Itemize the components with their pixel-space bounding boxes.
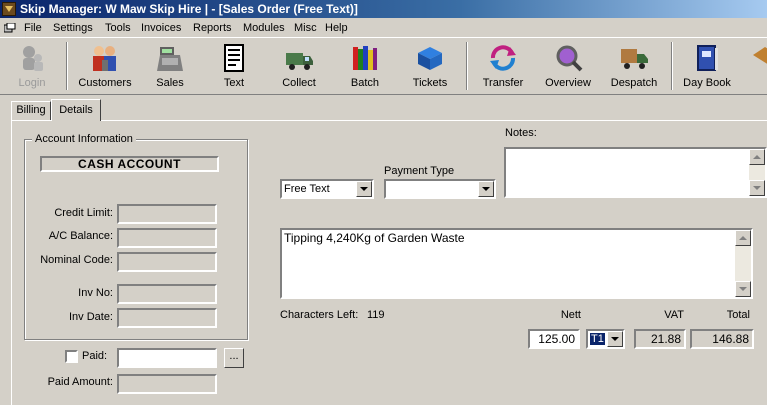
tickets-label: Tickets bbox=[412, 77, 448, 89]
collect-button[interactable]: Collect bbox=[275, 40, 323, 94]
title-bar: Skip Manager: W Maw Skip Hire | - [Sales… bbox=[0, 0, 767, 18]
vat-code-select[interactable]: T1 bbox=[586, 329, 625, 349]
paid-amount-label: Paid Amount: bbox=[47, 376, 113, 388]
customers-label: Customers bbox=[78, 77, 132, 89]
payment-type-label: Payment Type bbox=[384, 165, 455, 177]
toolbar-separator bbox=[66, 42, 68, 90]
overview-label: Overview bbox=[545, 77, 591, 89]
transfer-label: Transfer bbox=[482, 77, 524, 89]
paid-browse-button[interactable]: ... bbox=[224, 348, 244, 368]
collect-label: Collect bbox=[282, 77, 316, 89]
description-text: Tipping 4,240Kg of Garden Waste bbox=[284, 231, 465, 245]
cash-register-icon bbox=[157, 47, 183, 71]
description-scrollbar[interactable] bbox=[735, 230, 751, 297]
customers-icon bbox=[93, 46, 116, 71]
inv-no-label: Inv No: bbox=[78, 287, 113, 299]
inv-date-label: Inv Date: bbox=[68, 311, 113, 323]
menu-tools[interactable]: Tools bbox=[103, 19, 133, 37]
notes-memo[interactable] bbox=[504, 147, 767, 198]
text-type-value: Free Text bbox=[284, 183, 330, 195]
notes-scrollbar[interactable] bbox=[749, 149, 765, 196]
transfer-arrows-icon bbox=[490, 45, 516, 71]
main-toolbar: Login Customers Sales Text Collect Batch… bbox=[0, 37, 767, 95]
day-book-button[interactable]: Day Book bbox=[680, 40, 734, 94]
transfer-button[interactable]: Transfer bbox=[478, 40, 528, 94]
delivery-truck-icon bbox=[621, 49, 648, 69]
menu-modules[interactable]: Modules bbox=[241, 19, 287, 37]
books-icon bbox=[353, 46, 377, 70]
sales-button[interactable]: Sales bbox=[146, 40, 194, 94]
payment-type-select[interactable] bbox=[384, 179, 496, 199]
menu-invoices[interactable]: Invoices bbox=[139, 19, 183, 37]
chars-left-label: Characters Left: bbox=[280, 309, 359, 321]
menu-help[interactable]: Help bbox=[323, 19, 350, 37]
document-icon bbox=[224, 44, 244, 72]
more-toolbar-button[interactable] bbox=[747, 40, 767, 94]
notes-label: Notes: bbox=[505, 127, 537, 139]
tray-icon bbox=[418, 47, 442, 70]
text-button[interactable]: Text bbox=[210, 40, 258, 94]
nominal-code-field bbox=[117, 252, 217, 272]
vat-code-value: T1 bbox=[590, 333, 605, 345]
chevron-down-icon[interactable] bbox=[356, 181, 372, 197]
toolbar-separator bbox=[671, 42, 673, 90]
login-icon bbox=[23, 46, 43, 71]
account-info-label: Account Information bbox=[32, 133, 136, 145]
overview-button[interactable]: Overview bbox=[540, 40, 596, 94]
total-label: Total bbox=[726, 309, 750, 321]
inv-no-field bbox=[117, 284, 217, 304]
login-label: Login bbox=[18, 77, 46, 89]
text-label: Text bbox=[223, 77, 245, 89]
credit-limit-field bbox=[117, 204, 217, 224]
menu-file[interactable]: File bbox=[22, 19, 44, 37]
menu-reports[interactable]: Reports bbox=[191, 19, 234, 37]
chevron-down-icon[interactable] bbox=[607, 331, 623, 347]
scroll-up-icon[interactable] bbox=[735, 230, 751, 246]
vat-field: 21.88 bbox=[634, 329, 686, 349]
nett-input[interactable]: 125.00 bbox=[528, 329, 580, 349]
scroll-down-icon[interactable] bbox=[735, 281, 751, 297]
batch-label: Batch bbox=[350, 77, 380, 89]
menu-bar: File Settings Tools Invoices Reports Mod… bbox=[0, 19, 767, 37]
scroll-up-icon[interactable] bbox=[749, 149, 765, 165]
menu-settings[interactable]: Settings bbox=[51, 19, 95, 37]
paid-date-input[interactable] bbox=[117, 348, 217, 368]
total-field: 146.88 bbox=[690, 329, 754, 349]
chevron-down-icon[interactable] bbox=[478, 181, 494, 197]
credit-limit-label: Credit Limit: bbox=[54, 207, 113, 219]
login-button[interactable]: Login bbox=[10, 40, 54, 94]
chars-left-value: 119 bbox=[367, 309, 385, 321]
balance-label: A/C Balance: bbox=[48, 230, 113, 242]
despatch-label: Despatch bbox=[610, 77, 658, 89]
truck-icon bbox=[286, 53, 313, 70]
description-memo[interactable]: Tipping 4,240Kg of Garden Waste bbox=[280, 228, 753, 299]
nominal-code-label: Nominal Code: bbox=[40, 254, 113, 266]
scroll-down-icon[interactable] bbox=[749, 180, 765, 196]
toolbar-separator bbox=[466, 42, 468, 90]
nett-label: Nett bbox=[560, 309, 581, 321]
inv-date-field bbox=[117, 308, 217, 328]
tickets-button[interactable]: Tickets bbox=[407, 40, 453, 94]
day-book-icon bbox=[697, 45, 718, 71]
despatch-button[interactable]: Despatch bbox=[606, 40, 662, 94]
account-name: CASH ACCOUNT bbox=[40, 156, 219, 172]
app-icon bbox=[2, 2, 16, 16]
partial-icon bbox=[753, 47, 767, 64]
text-type-select[interactable]: Free Text bbox=[280, 179, 374, 199]
document-control-icon[interactable] bbox=[4, 23, 16, 33]
paid-checkbox[interactable] bbox=[65, 350, 78, 363]
vat-label: VAT bbox=[664, 309, 684, 321]
tab-details[interactable]: Details bbox=[51, 99, 101, 121]
customers-button[interactable]: Customers bbox=[76, 40, 134, 94]
menu-misc[interactable]: Misc bbox=[292, 19, 319, 37]
sales-label: Sales bbox=[156, 77, 184, 89]
window-title: Skip Manager: W Maw Skip Hire | - [Sales… bbox=[20, 2, 358, 16]
balance-field bbox=[117, 228, 217, 248]
tab-billing[interactable]: Billing bbox=[11, 101, 51, 120]
paid-label: Paid: bbox=[82, 350, 108, 362]
day-book-label: Day Book bbox=[683, 77, 731, 89]
magnifier-icon bbox=[556, 45, 583, 72]
batch-button[interactable]: Batch bbox=[342, 40, 388, 94]
paid-amount-field bbox=[117, 374, 217, 394]
